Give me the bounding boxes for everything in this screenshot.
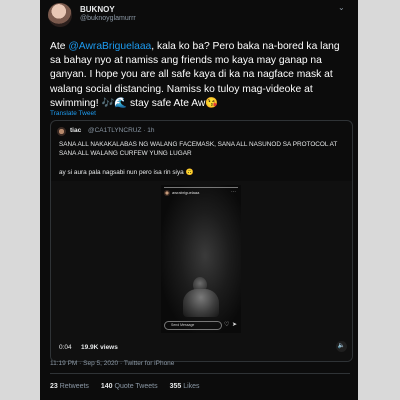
likes-count: 355 <box>169 383 182 390</box>
quoted-text: SANA ALL NAKAKALABAS NG WALANG FACEMASK,… <box>59 141 338 157</box>
story-avatar <box>164 190 170 196</box>
user-handle[interactable]: @buknoyglamurrr <box>80 15 136 22</box>
send-icon: ➤ <box>232 322 238 328</box>
story-frame: awrabriguelaaa ⋯ Send Message ♡ ➤ <box>161 185 241 333</box>
story-progress-bar <box>164 187 238 188</box>
quote-tweets-label: Quote Tweets <box>114 383 158 390</box>
quote-tweets-stat[interactable]: 140 Quote Tweets <box>101 383 158 390</box>
mention-link[interactable]: @AwraBriguelaaa <box>68 41 151 52</box>
video-views: 19.9K views <box>81 344 118 351</box>
translate-link[interactable]: Translate Tweet <box>50 110 96 117</box>
person-body <box>183 289 219 317</box>
chevron-down-icon[interactable]: ⌄ <box>338 3 345 12</box>
likes-stat[interactable]: 355 Likes <box>170 383 200 390</box>
tweet-timestamp[interactable]: 11:19 PM · Sep 5, 2020 · Twitter for iPh… <box>50 360 174 367</box>
likes-label: Likes <box>183 383 200 390</box>
quote-tweets-count: 140 <box>100 383 113 390</box>
tweet-text-start: Ate <box>50 41 69 52</box>
avatar[interactable] <box>48 3 72 27</box>
quoted-avatar <box>57 127 66 136</box>
display-name[interactable]: BUKNOY <box>80 5 115 14</box>
video-player[interactable]: awrabriguelaaa ⋯ Send Message ♡ ➤ 0:04 1… <box>51 181 352 361</box>
tweet-text: Ate @AwraBriguelaaa, kala ko ba? Pero ba… <box>50 40 350 111</box>
video-duration: 0:04 <box>59 344 72 351</box>
volume-icon[interactable]: 🔈 <box>336 341 347 352</box>
retweets-label: Retweets <box>59 383 89 390</box>
send-message-label: Send Message <box>171 323 195 327</box>
send-message-field: Send Message <box>164 321 222 330</box>
retweets-count: 23 <box>50 383 58 390</box>
heart-icon: ♡ <box>224 322 230 328</box>
quoted-display-name: tiac <box>70 127 82 134</box>
more-icon: ⋯ <box>231 189 236 195</box>
engagement-stats: 23 Retweets 140 Quote Tweets 355 Likes <box>50 383 210 390</box>
quoted-text-2: ay si aura pala nagsabi nun pero isa rin… <box>59 169 194 176</box>
quoted-tweet[interactable]: tiac @CA1TLYNCRUZ · 1h SANA ALL NAKAKALA… <box>50 120 353 362</box>
divider <box>50 373 350 374</box>
quoted-meta: @CA1TLYNCRUZ · 1h <box>88 127 155 134</box>
retweets-stat[interactable]: 23 Retweets <box>50 383 89 390</box>
tweet-card: BUKNOY @buknoyglamurrr ⌄ Ate @AwraBrigue… <box>40 0 358 400</box>
story-username: awrabriguelaaa <box>172 190 200 195</box>
